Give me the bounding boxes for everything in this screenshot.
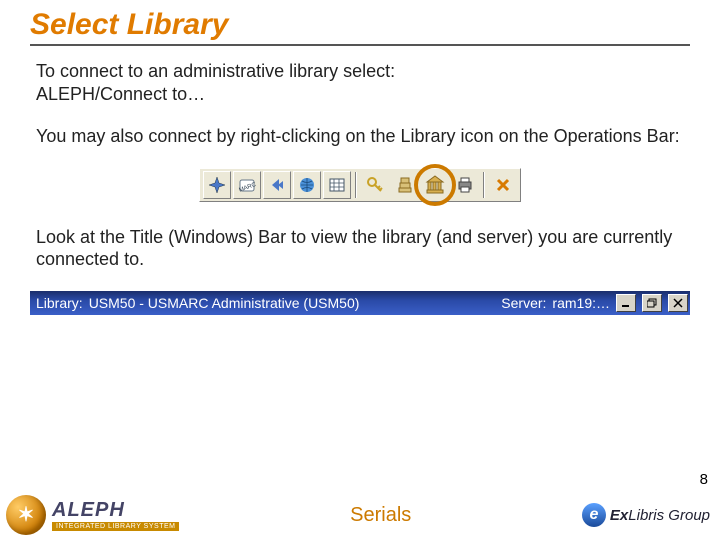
footer: ✶ ALEPH INTEGRATED LIBRARY SYSTEM Serial… xyxy=(0,490,720,540)
server-icon xyxy=(396,176,414,194)
title-rule xyxy=(30,44,690,46)
exlibris-logo: e ExLibris Group xyxy=(582,503,720,527)
toolbar-separator xyxy=(355,172,357,198)
intro-line1: To connect to an administrative library … xyxy=(36,61,395,81)
server-value: ram19:… xyxy=(552,295,610,311)
library-label: Library: xyxy=(36,295,83,311)
restore-icon xyxy=(647,298,657,308)
minimize-icon xyxy=(621,298,631,308)
exlibris-suffix: Group xyxy=(664,507,710,524)
footer-title: Serials xyxy=(179,504,581,527)
server-label: Server: xyxy=(501,295,546,311)
aleph-name: ALEPH xyxy=(52,499,125,521)
library-button[interactable] xyxy=(421,171,449,199)
titlebar-paragraph: Look at the Title (Windows) Bar to view … xyxy=(36,226,690,271)
grid-button[interactable] xyxy=(323,171,351,199)
page-title: Select Library xyxy=(30,8,690,42)
exlibris-icon: e xyxy=(582,503,606,527)
intro-paragraph: To connect to an administrative library … xyxy=(36,60,690,105)
compass-icon xyxy=(208,176,226,194)
rightclick-paragraph: You may also connect by right-clicking o… xyxy=(36,125,690,148)
aleph-logo-icon: ✶ xyxy=(6,495,46,535)
key-button[interactable] xyxy=(361,171,389,199)
globe-icon xyxy=(298,176,316,194)
x-icon xyxy=(673,298,683,308)
close-icon xyxy=(495,177,511,193)
restore-button[interactable] xyxy=(642,294,662,312)
minimize-button[interactable] xyxy=(616,294,636,312)
grid-icon xyxy=(328,176,346,194)
marc-button[interactable]: MARC xyxy=(233,171,261,199)
globe-button[interactable] xyxy=(293,171,321,199)
operations-bar: MARC xyxy=(199,168,521,202)
prev-button[interactable] xyxy=(263,171,291,199)
library-value: USM50 - USMARC Administrative (USM50) xyxy=(89,295,360,311)
close-button[interactable] xyxy=(489,171,517,199)
arrow-left-icon xyxy=(268,176,286,194)
aleph-subtitle: INTEGRATED LIBRARY SYSTEM xyxy=(52,522,179,531)
print-button[interactable] xyxy=(451,171,479,199)
window-titlebar: Library: USM50 - USMARC Administrative (… xyxy=(30,291,690,315)
marc-icon: MARC xyxy=(238,176,256,194)
exlibris-mid: Libris xyxy=(628,507,664,524)
key-icon xyxy=(366,176,384,194)
aleph-logo-glyph: ✶ xyxy=(18,502,35,527)
page-number: 8 xyxy=(700,471,708,488)
close-window-button[interactable] xyxy=(668,294,688,312)
exlibris-prefix: Ex xyxy=(610,507,628,524)
intro-line2: ALEPH/Connect to… xyxy=(36,84,205,104)
library-icon xyxy=(425,175,445,195)
toolbar-separator-2 xyxy=(483,172,485,198)
printer-icon xyxy=(456,176,474,194)
server-button[interactable] xyxy=(391,171,419,199)
nav-button[interactable] xyxy=(203,171,231,199)
